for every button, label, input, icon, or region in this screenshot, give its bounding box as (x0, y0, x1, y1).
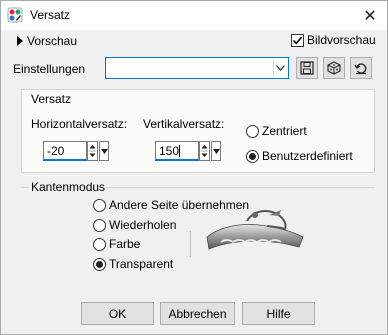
dialog-window: Versatz ✕ Vorschau Bildvorschau Einstell… (0, 0, 388, 335)
radio-custom[interactable] (246, 150, 259, 163)
dice-icon (327, 61, 341, 75)
help-button[interactable]: Hilfe (242, 302, 315, 325)
help-button-label: Hilfe (266, 306, 291, 321)
title-bar: Versatz ✕ (1, 1, 387, 30)
settings-label: Einstellungen (13, 62, 86, 76)
combo-dropdown-button[interactable] (273, 59, 287, 77)
radio-color-label: Farbe (109, 237, 141, 251)
text-caret (179, 145, 181, 157)
horizontal-offset-value: -20 (47, 144, 65, 158)
ok-button[interactable]: OK (81, 302, 154, 325)
close-button[interactable]: ✕ (353, 1, 387, 30)
image-preview-checkbox[interactable] (291, 34, 304, 47)
radio-transparent-label: Transparent (109, 257, 174, 271)
random-button[interactable] (323, 57, 345, 79)
ok-button-label: OK (108, 306, 127, 321)
window-title: Versatz (30, 8, 71, 22)
radio-centered[interactable] (246, 125, 259, 138)
horizontal-offset-dropdown[interactable] (99, 141, 109, 161)
offset-group-title: Versatz (29, 92, 74, 106)
radio-wrap-other-side[interactable] (93, 199, 106, 212)
triangle-right-icon (17, 36, 23, 46)
image-preview-label: Bildvorschau (307, 33, 376, 47)
radio-centered-label: Zentriert (262, 124, 307, 138)
close-icon: ✕ (363, 7, 377, 25)
save-preset-icon (300, 61, 314, 75)
radio-transparent[interactable] (93, 258, 106, 271)
radio-repeat[interactable] (93, 219, 106, 232)
reset-icon (354, 63, 367, 75)
app-icon (7, 7, 23, 23)
checkmark-icon (292, 36, 303, 45)
vertical-offset-dropdown[interactable] (211, 141, 221, 161)
preview-toggle[interactable]: Vorschau (15, 33, 105, 49)
settings-combobox[interactable] (105, 57, 289, 79)
vertical-offset-label: Vertikalversatz: (143, 117, 225, 131)
spin-arrows-icon (89, 145, 96, 157)
spin-arrows-icon (201, 145, 208, 157)
triangle-down-icon (100, 148, 108, 154)
preview-label: Vorschau (27, 34, 78, 48)
horizontal-offset-spinner[interactable] (87, 141, 98, 161)
radio-custom-label: Benutzerdefiniert (262, 149, 353, 163)
chevron-down-icon (276, 65, 285, 71)
save-preset-button[interactable] (296, 57, 318, 79)
horizontal-offset-input[interactable]: -20 (43, 141, 87, 161)
reset-button[interactable] (350, 57, 372, 79)
edge-mode-group-title: Kantenmodus (29, 180, 108, 194)
cancel-button-label: Abbrechen (168, 306, 227, 321)
color-swatch-divider (190, 231, 191, 257)
vertical-offset-spinner[interactable] (199, 141, 210, 161)
horizontal-offset-label: Horizontalversatz: (31, 117, 128, 131)
radio-color[interactable] (93, 238, 106, 251)
triangle-down-icon (212, 148, 220, 154)
radio-repeat-label: Wiederholen (109, 218, 177, 232)
cancel-button[interactable]: Abbrechen (160, 302, 235, 325)
preview-thumbnail (206, 210, 304, 250)
vertical-offset-input[interactable]: 150 (155, 141, 199, 161)
vertical-offset-value: 150 (159, 144, 180, 158)
